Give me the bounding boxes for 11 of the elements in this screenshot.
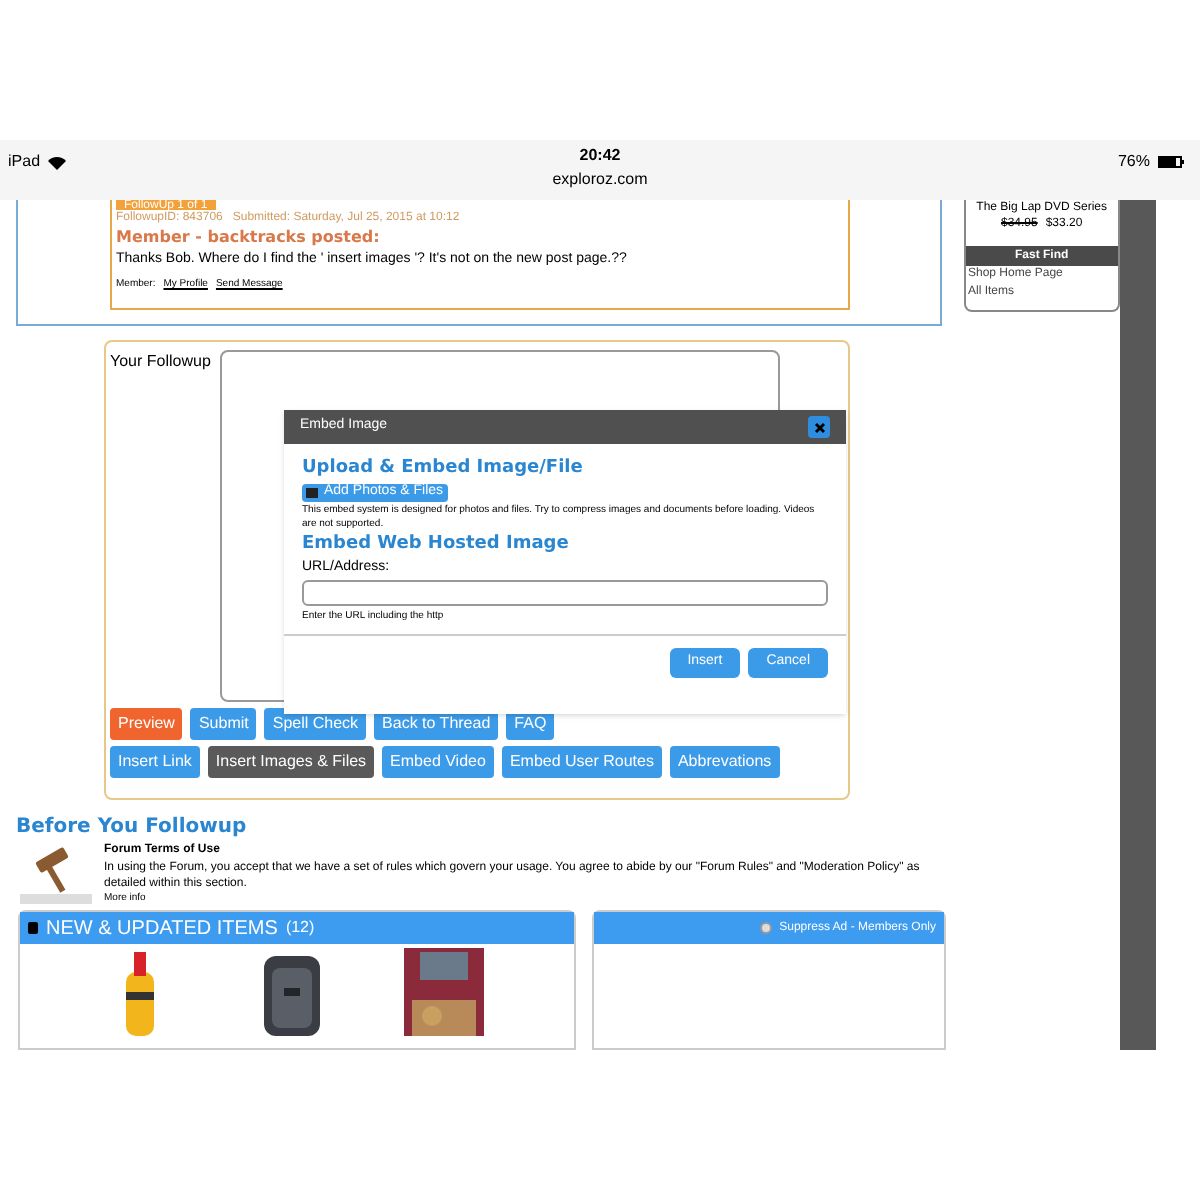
- device-label: iPad: [8, 150, 41, 174]
- followup-label: Your Followup: [110, 350, 211, 375]
- section-heading: Before You Followup: [16, 813, 249, 841]
- clock: 20:42: [579, 146, 621, 166]
- battery-text: 76%: [1117, 150, 1150, 174]
- web-heading: Embed Web Hosted Image: [302, 531, 571, 557]
- panel-title: NEW & UPDATED ITEMS: [46, 915, 278, 943]
- url-text: exploroz.com: [552, 170, 648, 190]
- item-count: (12): [285, 916, 315, 940]
- post-heading: Member - backtracks posted:: [116, 226, 382, 248]
- upload-heading: Upload & Embed Image/File: [302, 456, 585, 482]
